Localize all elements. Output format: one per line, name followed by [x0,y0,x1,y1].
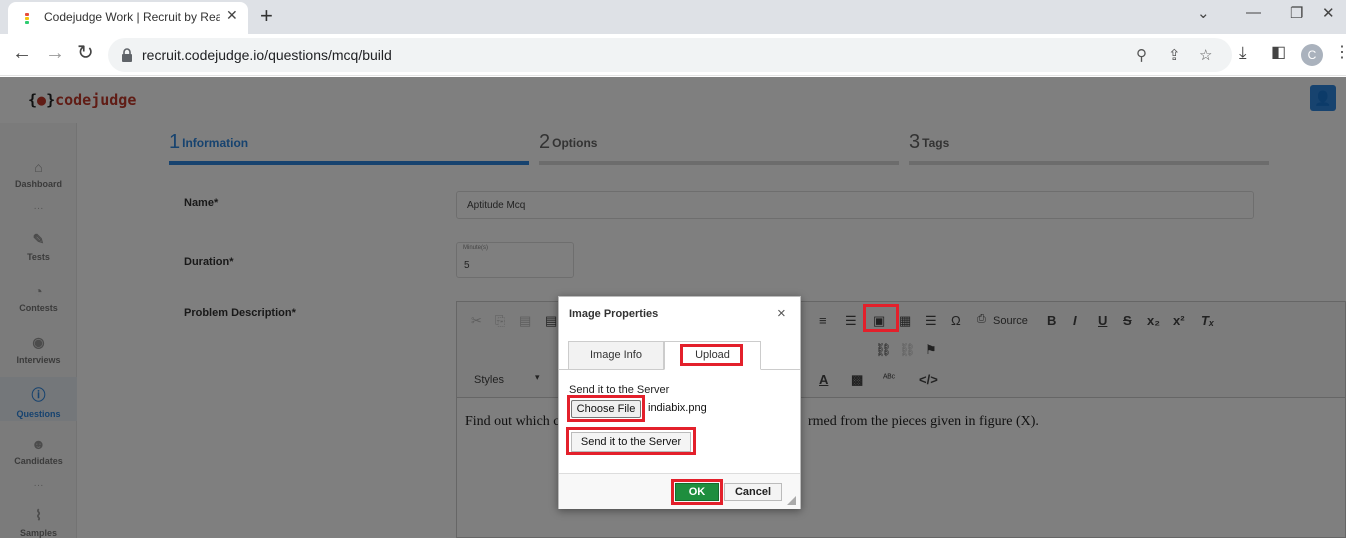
cancel-button[interactable]: Cancel [724,483,782,501]
send-button-highlight [566,427,696,455]
image-button-highlight [863,304,899,332]
dialog-close-icon[interactable]: × [777,305,786,322]
omnibox[interactable]: recruit.codejudge.io/questions/mcq/build… [108,38,1232,72]
window-close-icon[interactable]: ✕ [1322,4,1335,22]
dialog-footer: OK Cancel [559,473,800,509]
restore-icon[interactable]: ❐ [1290,4,1303,22]
download-icon[interactable]: ⤓ [1239,43,1247,63]
back-icon[interactable]: ← [12,43,32,63]
choose-file-highlight [567,395,645,422]
selected-file-name: indiabix.png [648,402,707,414]
url-text: recruit.codejudge.io/questions/mcq/build [142,47,392,63]
side-panel-icon[interactable]: ◧ [1271,43,1286,63]
resize-handle-icon[interactable] [787,496,796,505]
address-bar: ← → ↻ recruit.codejudge.io/questions/mcq… [0,34,1346,76]
tab-close-icon[interactable]: ✕ [226,7,238,24]
minimize-icon[interactable]: — [1246,4,1261,21]
upload-tab-highlight [680,344,743,366]
reload-icon[interactable]: ↻ [77,43,94,63]
codejudge-favicon-icon [22,13,32,24]
tab-image-info[interactable]: Image Info [568,341,664,370]
browser-menu-icon[interactable]: ⋮ [1334,43,1346,63]
browser-tabbar: Codejudge Work | Recruit by Rea ✕ + ⌄ — … [0,0,1346,34]
lock-icon [122,48,132,62]
profile-avatar[interactable]: C [1301,44,1323,66]
bookmark-star-icon[interactable]: ☆ [1199,46,1212,64]
image-properties-dialog: Image Properties × Image Info Upload Sen… [558,296,801,509]
new-tab-button[interactable]: + [260,3,273,29]
dialog-title: Image Properties [569,308,659,320]
tab-title: Codejudge Work | Recruit by Rea [44,10,220,24]
tab-search-chevron-icon[interactable]: ⌄ [1197,4,1210,22]
upload-panel: Send it to the Server Choose File indiab… [559,369,800,473]
forward-icon[interactable]: → [45,43,65,63]
zoom-icon[interactable]: ⚲ [1136,46,1147,64]
ok-button-highlight [671,479,723,505]
browser-tab[interactable]: Codejudge Work | Recruit by Rea ✕ [8,2,248,34]
share-icon[interactable]: ⇪ [1168,46,1181,64]
